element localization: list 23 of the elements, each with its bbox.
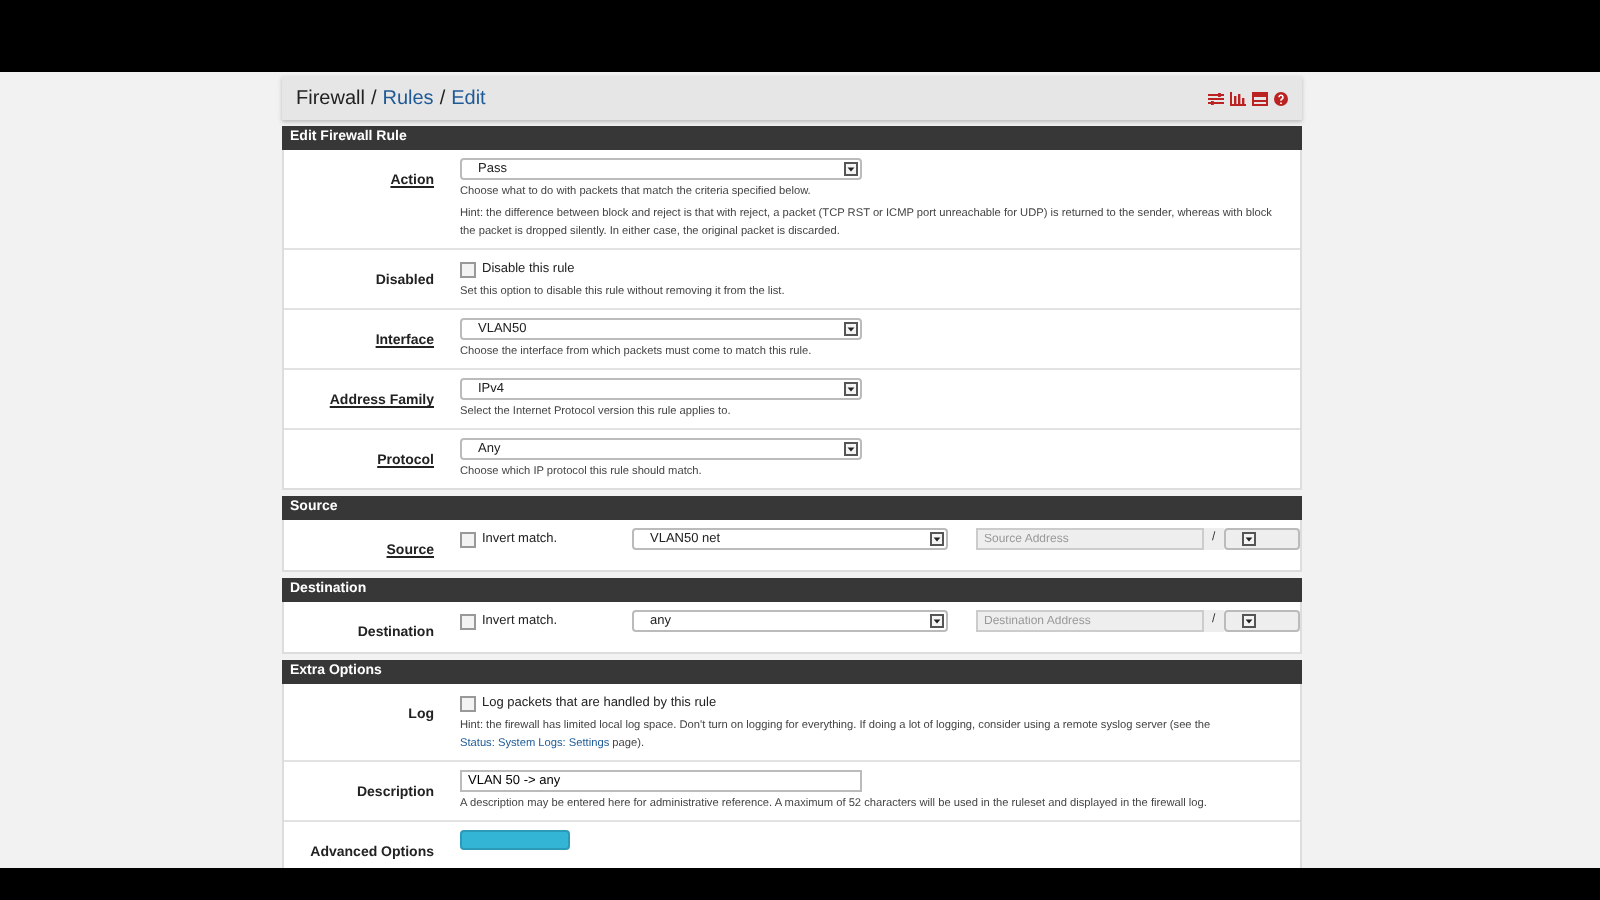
breadcrumb-link[interactable]: Edit [451, 87, 486, 109]
sliders-icon[interactable] [1208, 91, 1224, 105]
checkbox[interactable] [460, 531, 476, 547]
breadcrumb-text: Firewall [296, 87, 365, 109]
breadcrumb-separator: / [439, 87, 446, 109]
caret-icon [930, 614, 944, 628]
caret-icon [844, 442, 858, 456]
caret-icon [1241, 614, 1256, 628]
breadcrumb-link[interactable]: Rules [382, 87, 434, 109]
caret-icon [844, 162, 858, 176]
dropdown[interactable] [1223, 610, 1300, 632]
caret-icon [844, 322, 858, 336]
dropdown[interactable] [1223, 528, 1300, 550]
checkbox[interactable] [460, 695, 476, 711]
bar-chart-icon[interactable] [1230, 91, 1246, 105]
checkbox[interactable] [460, 613, 476, 629]
checkbox[interactable] [460, 261, 476, 277]
caret-icon [1241, 532, 1256, 546]
caret-icon [930, 532, 944, 546]
breadcrumb-separator: / [370, 87, 377, 109]
caret-icon [844, 382, 858, 396]
table-icon[interactable] [1252, 91, 1268, 105]
help-icon[interactable] [1274, 91, 1288, 105]
